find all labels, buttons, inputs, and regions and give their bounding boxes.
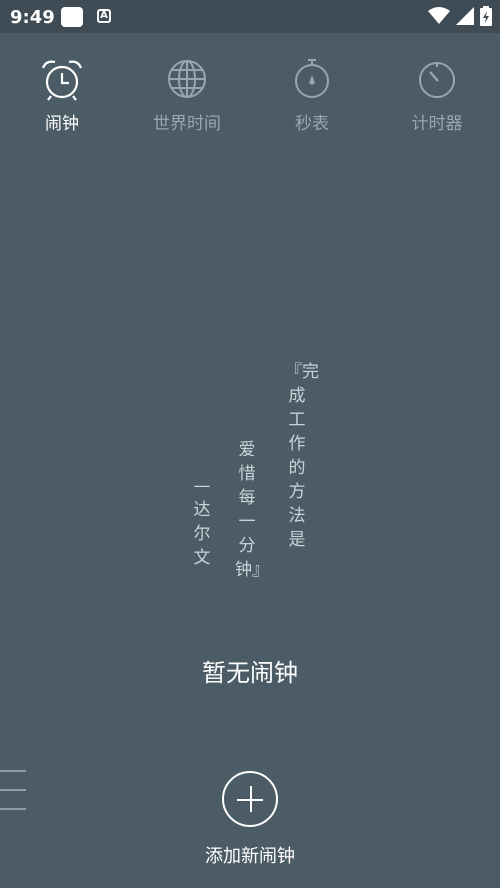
drawer-handle-icon[interactable] <box>0 770 26 810</box>
tab-timer-label: 计时器 <box>411 114 463 134</box>
timer-icon <box>419 62 455 98</box>
add-alarm-button[interactable] <box>222 771 278 827</box>
quote-line-1: 『完成工作的方法是 <box>285 362 319 550</box>
tab-stopwatch-label: 秒表 <box>295 114 329 134</box>
tab-bar: 闹钟 世界时间 秒表 计时器 <box>0 55 500 135</box>
battery-icon <box>480 6 492 26</box>
tab-stopwatch[interactable]: 秒表 <box>252 55 372 135</box>
notification-a-icon: A <box>97 9 111 23</box>
tab-world-time-label: 世界时间 <box>153 114 221 134</box>
quote-author: —达尔文 <box>193 476 211 568</box>
empty-state-text: 暂无闹钟 <box>202 659 298 687</box>
tab-alarm[interactable]: 闹钟 <box>2 55 122 135</box>
status-bar: 9:49 A <box>0 0 500 33</box>
status-time: 9:49 <box>10 7 55 28</box>
tab-alarm-label: 闹钟 <box>45 114 79 134</box>
tab-timer[interactable]: 计时器 <box>377 55 497 135</box>
stopwatch-icon <box>295 59 329 98</box>
wifi-icon <box>428 7 450 24</box>
quote-line-2: 爱惜每一分钟』 <box>235 440 269 580</box>
globe-icon <box>168 60 206 98</box>
tab-world-time[interactable]: 世界时间 <box>127 55 247 135</box>
notification-icon <box>61 7 83 27</box>
status-icons <box>428 6 492 26</box>
add-alarm-label[interactable]: 添加新闹钟 <box>0 842 500 868</box>
alarm-clock-icon <box>41 60 83 101</box>
signal-icon <box>456 7 474 25</box>
